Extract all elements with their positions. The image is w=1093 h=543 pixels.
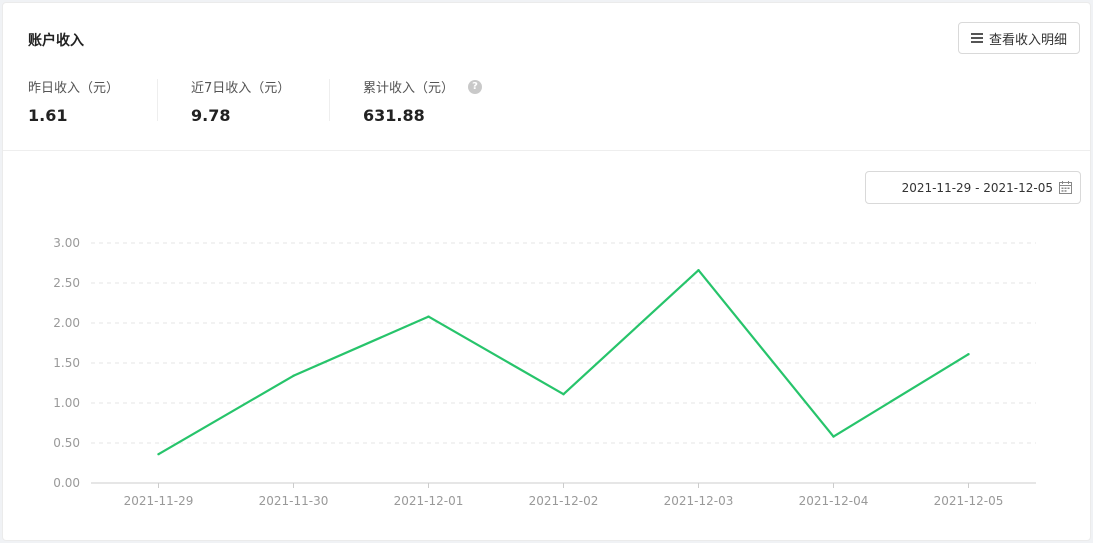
data-point: [562, 393, 565, 396]
y-tick-label: 0.00: [53, 476, 80, 490]
y-tick-label: 1.00: [53, 396, 80, 410]
y-tick-label: 2.50: [53, 276, 80, 290]
data-point: [832, 435, 835, 438]
x-tick-label: 2021-12-01: [394, 494, 464, 508]
y-tick-label: 1.50: [53, 356, 80, 370]
data-point: [292, 374, 295, 377]
x-tick-label: 2021-12-05: [934, 494, 1004, 508]
y-tick-label: 0.50: [53, 436, 80, 450]
x-tick-label: 2021-12-02: [529, 494, 599, 508]
data-point: [427, 315, 430, 318]
data-point: [967, 353, 970, 356]
data-point: [697, 269, 700, 272]
x-tick-label: 2021-11-29: [124, 494, 194, 508]
x-tick-label: 2021-12-03: [664, 494, 734, 508]
y-tick-label: 3.00: [53, 236, 80, 250]
x-tick-label: 2021-12-04: [799, 494, 869, 508]
account-income-card: 账户收入 查看收入明细 昨日收入（元） 1.61 近7日收入（元） 9.78 累…: [2, 2, 1091, 541]
series-line: [157, 269, 970, 456]
data-point: [157, 453, 160, 456]
income-line-chart: 0.00 0.50 1.00 1.50 2.00 2.50 3.00 2021-11-29 20…: [53, 236, 1036, 508]
x-tick-label: 2021-11-30: [259, 494, 329, 508]
y-tick-label: 2.00: [53, 316, 80, 330]
